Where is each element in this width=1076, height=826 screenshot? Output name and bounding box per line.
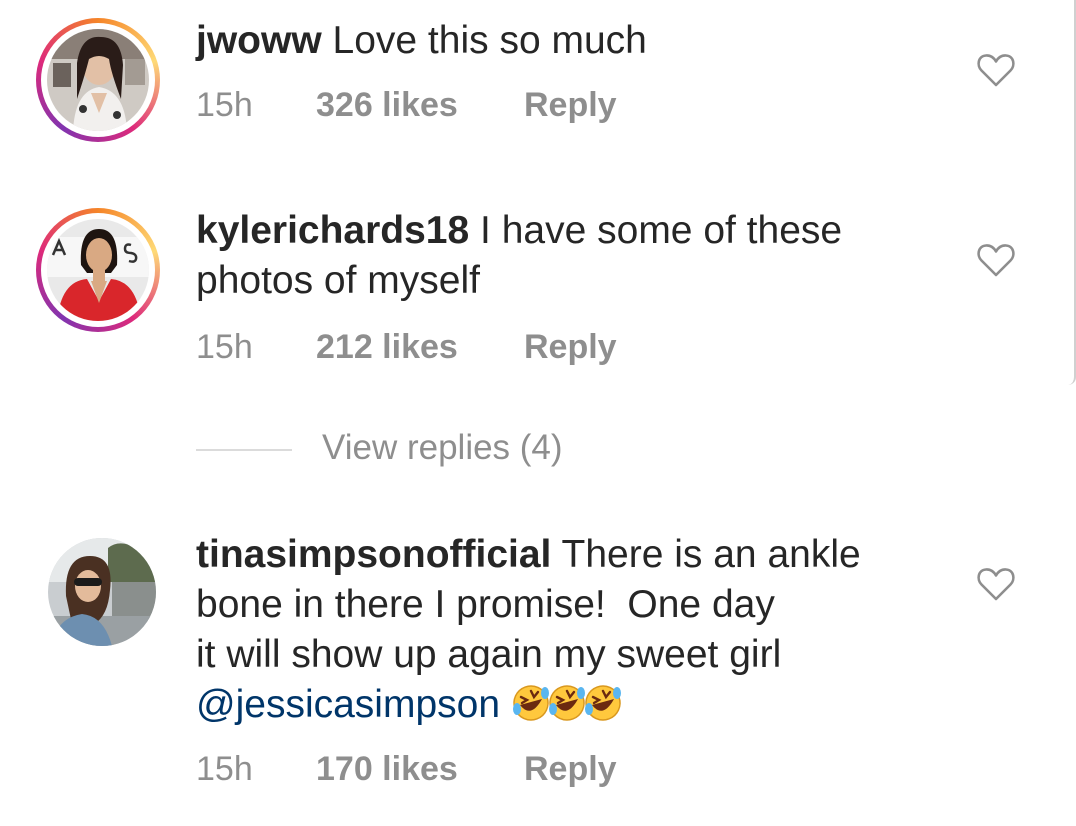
reply-button[interactable]: Reply	[524, 750, 617, 789]
comment-likes[interactable]: 212 likes	[316, 328, 458, 367]
avatar-image	[47, 219, 149, 321]
comment-username[interactable]: jwoww	[196, 19, 322, 62]
view-replies-button[interactable]: View replies (4)	[196, 426, 696, 472]
emoji-group	[511, 683, 621, 726]
comment-text: jwoww Love this so much	[196, 16, 916, 66]
view-replies-label: View replies (4)	[322, 428, 563, 467]
heart-outline-icon[interactable]	[976, 566, 1016, 602]
comment-time: 15h	[196, 86, 253, 124]
comment-body-line: it will show up again my sweet girl	[196, 633, 782, 676]
comment-username[interactable]: kylerichards18	[196, 209, 469, 252]
scroll-edge	[1068, 0, 1076, 385]
comment-text: tinasimpsonofficial There is an ankle bo…	[196, 530, 916, 730]
heart-outline-icon[interactable]	[976, 52, 1016, 88]
heart-outline-icon[interactable]	[976, 242, 1016, 278]
comment-time: 15h	[196, 328, 253, 366]
comment-likes[interactable]: 170 likes	[316, 750, 458, 789]
comment-time: 15h	[196, 750, 253, 788]
comment-username[interactable]: tinasimpsonofficial	[196, 533, 551, 576]
comment-body: Love this so much	[332, 19, 647, 62]
laughing-emoji-icon	[548, 685, 585, 721]
laughing-emoji-icon	[512, 685, 549, 721]
comment-text: kylerichards18 I have some of these phot…	[196, 206, 916, 306]
avatar-image	[48, 538, 156, 646]
comment-likes[interactable]: 326 likes	[316, 86, 458, 125]
comment-body-line: There is an ankle	[561, 533, 861, 576]
divider	[196, 449, 292, 451]
avatar-image	[47, 29, 149, 131]
laughing-emoji-icon	[584, 685, 621, 721]
comment-body-line: bone in there I promise! One day	[196, 583, 775, 626]
avatar[interactable]	[36, 18, 160, 142]
avatar[interactable]	[36, 208, 160, 332]
reply-button[interactable]: Reply	[524, 86, 617, 125]
reply-button[interactable]: Reply	[524, 328, 617, 367]
mention-link[interactable]: @jessicasimpson	[196, 683, 500, 726]
avatar[interactable]	[48, 538, 156, 646]
